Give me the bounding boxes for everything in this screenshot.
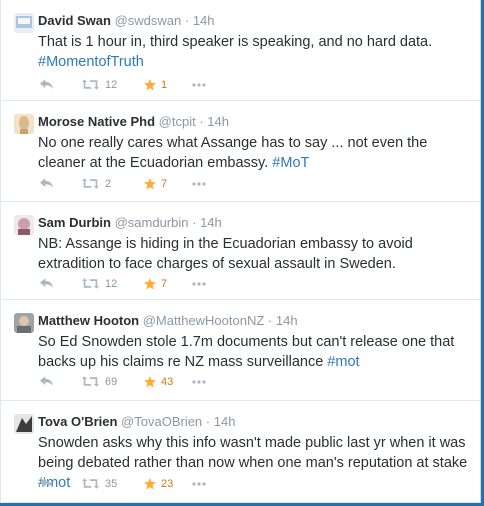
more-button[interactable] bbox=[192, 176, 208, 192]
reply-button[interactable] bbox=[40, 77, 56, 93]
star-icon bbox=[144, 278, 156, 290]
tweet-body: So Ed Snowden stole 1.7m documents but c… bbox=[38, 334, 455, 370]
avatar[interactable] bbox=[14, 13, 34, 33]
user-handle[interactable]: @MatthewHootonNZ bbox=[143, 313, 265, 328]
tweet-header: Morose Native Phd @tcpit · 14h bbox=[38, 113, 229, 130]
tweet-header: David Swan @swdswan · 14h bbox=[38, 12, 215, 29]
retweet-icon bbox=[82, 376, 99, 387]
timestamp[interactable]: 14h bbox=[193, 13, 215, 28]
hashtag-link[interactable]: #MoT bbox=[272, 155, 309, 171]
more-button[interactable] bbox=[192, 77, 208, 93]
retweet-count: 69 bbox=[105, 376, 118, 388]
user-name[interactable]: Tova O'Brien bbox=[38, 414, 117, 429]
tweet-header: Matthew Hooton @MatthewHootonNZ · 14h bbox=[38, 312, 298, 329]
favorite-count: 7 bbox=[161, 178, 168, 190]
retweet-count: 35 bbox=[105, 478, 118, 490]
tweet-body: That is 1 hour in, third speaker is spea… bbox=[38, 34, 433, 50]
avatar[interactable] bbox=[14, 215, 34, 235]
separator-dot: · bbox=[202, 414, 214, 429]
timestamp[interactable]: 14h bbox=[207, 114, 229, 129]
reply-icon bbox=[40, 278, 54, 289]
user-name[interactable]: Morose Native Phd bbox=[38, 114, 155, 129]
retweet-icon bbox=[82, 278, 99, 289]
tweet[interactable]: Tova O'Brien @TovaOBrien · 14h Snowden as… bbox=[1, 401, 480, 503]
timestamp[interactable]: 14h bbox=[276, 313, 298, 328]
retweet-icon bbox=[82, 178, 99, 189]
favorite-button[interactable]: 7 bbox=[144, 176, 184, 192]
timeline: David Swan @swdswan · 14h That is 1 hour … bbox=[0, 0, 484, 506]
timestamp[interactable]: 14h bbox=[200, 215, 222, 230]
more-button[interactable] bbox=[192, 276, 208, 292]
user-handle[interactable]: @swdswan bbox=[115, 13, 182, 28]
favorite-count: 7 bbox=[161, 278, 168, 290]
retweet-button[interactable]: 12 bbox=[82, 77, 122, 93]
star-icon bbox=[144, 79, 156, 91]
star-icon bbox=[144, 178, 156, 190]
reply-icon bbox=[40, 178, 54, 189]
star-icon bbox=[144, 478, 156, 490]
reply-button[interactable] bbox=[40, 176, 56, 192]
separator-dot: · bbox=[264, 313, 276, 328]
tweet-text: NB: Assange is hiding in the Ecuadorian … bbox=[38, 234, 473, 274]
reply-button[interactable] bbox=[40, 276, 56, 292]
favorite-button[interactable]: 43 bbox=[144, 374, 184, 390]
star-icon bbox=[144, 376, 156, 388]
tweet[interactable]: David Swan @swdswan · 14h That is 1 hour … bbox=[1, 0, 480, 101]
more-icon bbox=[192, 380, 206, 384]
avatar[interactable] bbox=[14, 114, 34, 134]
user-name[interactable]: David Swan bbox=[38, 13, 111, 28]
user-handle[interactable]: @TovaOBrien bbox=[121, 414, 202, 429]
timestamp[interactable]: 14h bbox=[214, 414, 236, 429]
reply-icon bbox=[40, 79, 54, 90]
favorite-button[interactable]: 23 bbox=[144, 476, 184, 492]
tweet-header: Tova O'Brien @TovaOBrien · 14h bbox=[38, 413, 235, 430]
avatar[interactable] bbox=[14, 414, 34, 434]
retweet-count: 12 bbox=[105, 278, 118, 290]
more-button[interactable] bbox=[192, 476, 208, 492]
tweet[interactable]: Sam Durbin @samdurbin · 14h NB: Assange i… bbox=[1, 202, 480, 300]
favorite-button[interactable]: 1 bbox=[144, 77, 184, 93]
separator-dot: · bbox=[195, 114, 208, 129]
reply-icon bbox=[40, 478, 54, 489]
tweet-body: No one really cares what Assange has to … bbox=[38, 135, 428, 171]
tweet-body: Snowden asks why this info wasn't made p… bbox=[38, 435, 468, 471]
reply-button[interactable] bbox=[40, 374, 56, 390]
reply-button[interactable] bbox=[40, 476, 56, 492]
favorite-button[interactable]: 7 bbox=[144, 276, 184, 292]
more-icon bbox=[192, 182, 206, 186]
user-handle[interactable]: @samdurbin bbox=[115, 215, 189, 230]
avatar[interactable] bbox=[14, 313, 34, 333]
retweet-count: 2 bbox=[105, 178, 112, 190]
retweet-button[interactable]: 69 bbox=[82, 374, 122, 390]
tweet[interactable]: Matthew Hooton @MatthewHootonNZ · 14h So … bbox=[1, 300, 480, 401]
retweet-button[interactable]: 2 bbox=[82, 176, 122, 192]
favorite-count: 23 bbox=[161, 478, 174, 490]
favorite-count: 1 bbox=[161, 79, 168, 91]
user-name[interactable]: Matthew Hooton bbox=[38, 313, 139, 328]
tweet-body: NB: Assange is hiding in the Ecuadorian … bbox=[38, 236, 413, 272]
hashtag-link[interactable]: #MomentofTruth bbox=[38, 54, 144, 70]
hashtag-link[interactable]: #mot bbox=[327, 354, 359, 370]
tweet-text: That is 1 hour in, third speaker is spea… bbox=[38, 32, 473, 72]
tweet-text: No one really cares what Assange has to … bbox=[38, 133, 473, 173]
tweet-text: So Ed Snowden stole 1.7m documents but c… bbox=[38, 332, 473, 372]
retweet-button[interactable]: 12 bbox=[82, 276, 122, 292]
user-handle[interactable]: @tcpit bbox=[159, 114, 196, 129]
user-name[interactable]: Sam Durbin bbox=[38, 215, 111, 230]
more-button[interactable] bbox=[192, 374, 208, 390]
more-icon bbox=[192, 83, 206, 87]
retweet-icon bbox=[82, 79, 99, 90]
reply-icon bbox=[40, 376, 54, 387]
retweet-icon bbox=[82, 478, 99, 489]
retweet-count: 12 bbox=[105, 79, 118, 91]
more-icon bbox=[192, 282, 206, 286]
tweet[interactable]: Morose Native Phd @tcpit · 14h No one rea… bbox=[1, 101, 480, 202]
favorite-count: 43 bbox=[161, 376, 174, 388]
separator-dot: · bbox=[181, 13, 193, 28]
retweet-button[interactable]: 35 bbox=[82, 476, 122, 492]
tweet-header: Sam Durbin @samdurbin · 14h bbox=[38, 214, 222, 231]
separator-dot: · bbox=[188, 215, 201, 230]
more-icon bbox=[192, 482, 206, 486]
